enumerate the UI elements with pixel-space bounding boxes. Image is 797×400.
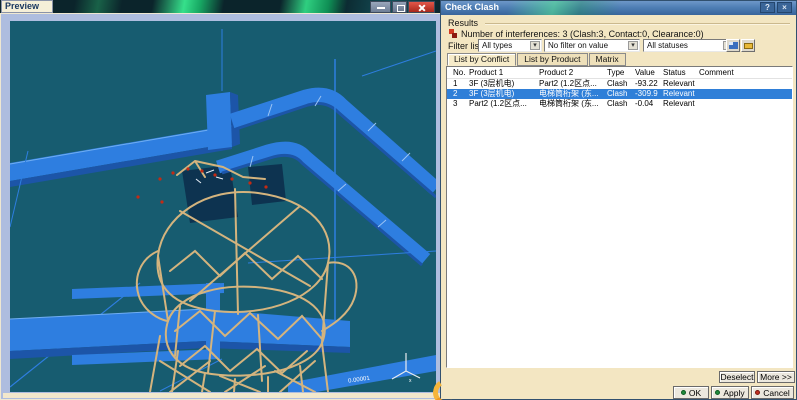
column-header-type[interactable]: Type bbox=[607, 67, 635, 78]
interference-summary: Number of interferences: 3 (Clash:3, Con… bbox=[461, 29, 704, 39]
cell-no: 1 bbox=[447, 79, 469, 89]
tab-list-by-conflict[interactable]: List by Conflict bbox=[447, 53, 516, 66]
type-filter-dropdown[interactable]: All types ▾ bbox=[478, 39, 542, 52]
dialog-title: Check Clash bbox=[445, 2, 499, 12]
filter-row: Filter list: All types ▾ No filter on va… bbox=[441, 39, 796, 53]
results-group-label: Results bbox=[448, 18, 478, 28]
column-header-status[interactable]: Status bbox=[663, 67, 699, 78]
cell-value: -0.04 bbox=[635, 99, 663, 109]
cell-comment bbox=[699, 79, 792, 89]
dialog-body: Results Number of interferences: 3 (Clas… bbox=[441, 15, 796, 399]
apply-label: Apply bbox=[723, 388, 744, 398]
maximize-button[interactable] bbox=[392, 1, 407, 13]
column-header-product1[interactable]: Product 1 bbox=[469, 67, 539, 78]
column-header-value[interactable]: Value bbox=[635, 67, 663, 78]
apply-icon bbox=[715, 390, 720, 395]
type-filter-value: All types bbox=[482, 41, 512, 50]
dialog-titlebar[interactable]: Check Clash ? × bbox=[441, 1, 796, 15]
status-filter-value: All statuses bbox=[647, 41, 688, 50]
clash-count-icon bbox=[449, 29, 457, 39]
cancel-button[interactable]: Cancel bbox=[751, 386, 794, 399]
ok-button[interactable]: OK bbox=[673, 386, 709, 399]
cell-no: 3 bbox=[447, 99, 469, 109]
ok-icon bbox=[681, 390, 686, 395]
cell-product2: Part2 (1.2区点... bbox=[539, 79, 607, 89]
column-header-comment[interactable]: Comment bbox=[699, 67, 792, 78]
close-icon[interactable]: × bbox=[777, 2, 792, 13]
cancel-label: Cancel bbox=[763, 388, 789, 398]
minimize-button[interactable] bbox=[370, 1, 391, 13]
cell-type: Clash bbox=[607, 99, 635, 109]
cell-type: Clash bbox=[607, 89, 635, 99]
cell-product2: 电梯筒桁架 (东... bbox=[539, 89, 607, 99]
cancel-icon bbox=[755, 390, 760, 395]
cell-value: -309.9 bbox=[635, 89, 663, 99]
cell-product2: 电梯筒桁架 (东... bbox=[539, 99, 607, 109]
titlebar-reflection bbox=[499, 1, 629, 15]
background-streak bbox=[278, 0, 348, 14]
clash-row-2[interactable]: 23F (3层机电)电梯筒桁架 (东...Clash-309.9Relevant bbox=[447, 89, 792, 99]
cell-status: Relevant bbox=[663, 89, 699, 99]
close-icon[interactable] bbox=[408, 1, 435, 13]
preview-window-title[interactable]: Preview bbox=[1, 0, 53, 13]
axis-label: x bbox=[409, 378, 412, 384]
cell-no: 2 bbox=[447, 89, 469, 99]
cell-product1: 3F (3层机电) bbox=[469, 89, 539, 99]
value-filter-value: No filter on value bbox=[548, 41, 608, 50]
preview-window: 0.00001 bbox=[0, 13, 441, 400]
interference-summary-row: Number of interferences: 3 (Clash:3, Con… bbox=[449, 28, 704, 39]
clash-row-1[interactable]: 13F (3层机电)Part2 (1.2区点...Clash-93.22Rele… bbox=[447, 79, 792, 89]
cell-comment bbox=[699, 99, 792, 109]
status-filter-dropdown[interactable]: All statuses ▾ bbox=[643, 39, 735, 52]
background-streak bbox=[150, 0, 225, 14]
value-filter-dropdown[interactable]: No filter on value ▾ bbox=[544, 39, 640, 52]
chevron-down-icon[interactable]: ▾ bbox=[530, 41, 540, 50]
viewport-scene: 0.00001 bbox=[10, 21, 436, 392]
apply-button[interactable]: Apply bbox=[711, 386, 749, 399]
preview-window-controls bbox=[370, 1, 435, 13]
cell-status: Relevant bbox=[663, 79, 699, 89]
tab-list-by-product[interactable]: List by Product bbox=[517, 53, 587, 66]
clash-results-table[interactable]: No.Product 1Product 2TypeValueStatusComm… bbox=[446, 66, 793, 368]
column-header-no[interactable]: No. bbox=[447, 67, 469, 78]
export-results-button[interactable] bbox=[741, 39, 755, 52]
viewport-3d-canvas[interactable]: 0.00001 bbox=[10, 21, 436, 392]
more-button[interactable]: More >> bbox=[757, 371, 795, 383]
chevron-down-icon[interactable]: ▾ bbox=[628, 41, 638, 50]
cell-type: Clash bbox=[607, 79, 635, 89]
background-streak bbox=[70, 0, 125, 14]
deselect-button[interactable]: Deselect bbox=[719, 371, 755, 383]
preview-frame-bottom bbox=[3, 393, 440, 398]
column-header-product2[interactable]: Product 2 bbox=[539, 67, 607, 78]
table-header: No.Product 1Product 2TypeValueStatusComm… bbox=[447, 67, 792, 79]
ok-label: OK bbox=[689, 388, 701, 398]
cell-comment bbox=[699, 89, 792, 99]
tab-row: List by ConflictList by ProductMatrix bbox=[447, 53, 627, 66]
visualization-window-button[interactable] bbox=[726, 39, 740, 52]
cell-status: Relevant bbox=[663, 99, 699, 109]
cell-value: -93.22 bbox=[635, 79, 663, 89]
help-icon[interactable]: ? bbox=[760, 2, 775, 13]
check-clash-dialog: Check Clash ? × Results Number of interf… bbox=[440, 0, 797, 400]
tab-matrix[interactable]: Matrix bbox=[589, 53, 626, 66]
group-divider bbox=[485, 23, 790, 25]
cell-product1: Part2 (1.2区点... bbox=[469, 99, 539, 109]
table-rows: 13F (3层机电)Part2 (1.2区点...Clash-93.22Rele… bbox=[447, 79, 792, 109]
cell-product1: 3F (3层机电) bbox=[469, 79, 539, 89]
clash-row-3[interactable]: 3Part2 (1.2区点...电梯筒桁架 (东...Clash-0.04Rel… bbox=[447, 99, 792, 109]
